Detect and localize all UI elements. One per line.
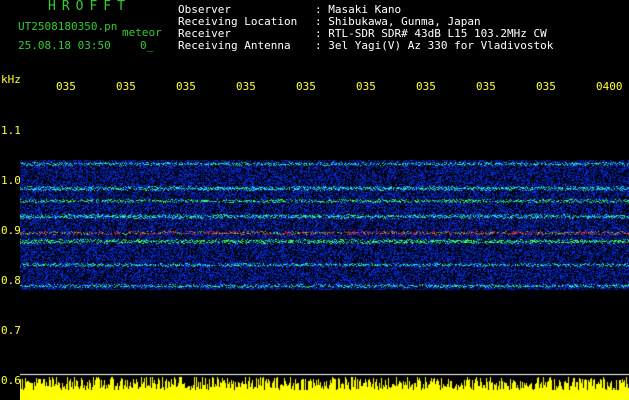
y-tick: 0.6: [1, 374, 21, 387]
x-tick: 035: [356, 80, 376, 93]
counter: 0_: [140, 39, 154, 52]
x-tick: 035: [476, 80, 496, 93]
y-axis-unit: kHz: [1, 73, 21, 86]
x-tick: 035: [536, 80, 556, 93]
info-value-antenna: : 3el Yagi(V) Az 330 for Vladivostok: [315, 39, 554, 52]
info-label-antenna: Receiving Antenna: [178, 39, 291, 52]
x-tick: 035: [56, 80, 76, 93]
y-tick: 1.0: [1, 174, 21, 187]
y-tick: 0.8: [1, 274, 21, 287]
datetime: 25.08.18 03:50: [18, 39, 111, 52]
x-tick: 035: [176, 80, 196, 93]
y-tick: 0.7: [1, 324, 21, 337]
spectrogram-plot: [20, 100, 629, 400]
file-suffix: meteor: [122, 26, 162, 39]
x-tick: 035: [116, 80, 136, 93]
filename: UT2508180350.pn: [18, 20, 118, 33]
x-tick: 035: [236, 80, 256, 93]
x-tick: 035: [416, 80, 436, 93]
x-tick: 035: [296, 80, 316, 93]
y-tick: 0.9: [1, 224, 21, 237]
y-tick: 1.1: [1, 124, 21, 137]
app-title: HROFFT: [48, 0, 131, 14]
x-tick: 0400: [596, 80, 623, 93]
